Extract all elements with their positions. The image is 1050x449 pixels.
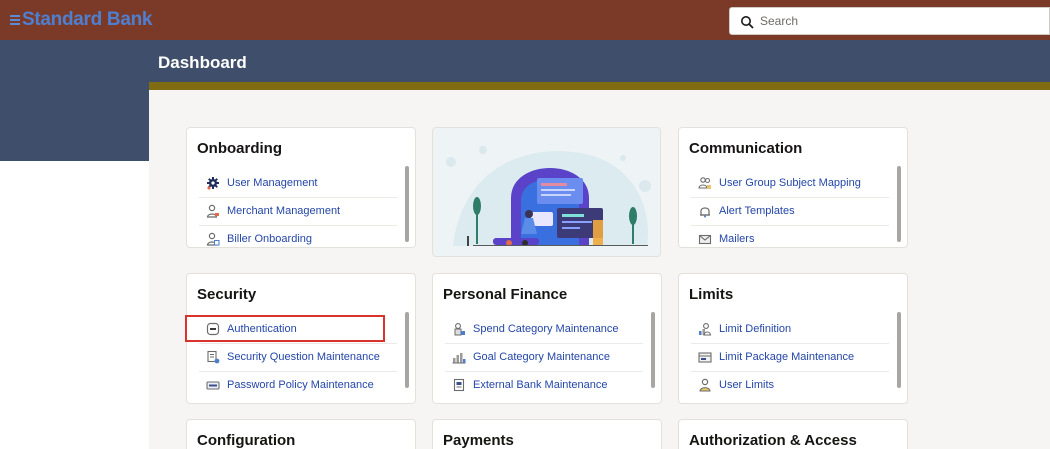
menu-item-label: Goal Category Maintenance	[473, 351, 610, 363]
search-icon	[741, 16, 754, 29]
menu-item-user-limits[interactable]: User Limits	[697, 374, 774, 396]
menu-item-label: Merchant Management	[227, 205, 341, 217]
card-title: Security	[197, 286, 257, 303]
menu-item-label: Security Question Maintenance	[227, 351, 380, 363]
scrollbar[interactable]	[897, 166, 901, 242]
menu-item-label: Spend Category Maintenance	[473, 323, 619, 335]
menu-item-goal-category-maintenance[interactable]: Goal Category Maintenance	[451, 346, 610, 368]
menu-item-external-bank-maintenance[interactable]: External Bank Maintenance	[451, 374, 608, 396]
divider	[199, 371, 397, 372]
divider	[445, 343, 643, 344]
menu-item-label: Biller Onboarding	[227, 233, 312, 245]
card-title: Payments	[443, 432, 514, 449]
card-authorization-access: Authorization & Access	[678, 419, 908, 449]
card-title: Personal Finance	[443, 286, 568, 303]
merchant-user-icon	[205, 203, 221, 219]
divider	[691, 225, 889, 226]
scrollbar[interactable]	[405, 312, 409, 388]
menu-item-label: Limit Definition	[719, 323, 792, 335]
menu-item-label: Alert Templates	[719, 205, 795, 217]
user-group-icon	[697, 175, 713, 191]
menu-item-limit-definition[interactable]: Limit Definition	[697, 318, 791, 340]
user-limit-icon	[697, 377, 713, 393]
divider	[691, 371, 889, 372]
menu-item-label: User Group Subject Mapping	[719, 177, 861, 189]
menu-item-mailers[interactable]: Mailers	[697, 228, 754, 250]
search-input[interactable]	[760, 12, 1020, 30]
card-title: Limits	[689, 286, 734, 303]
menu-item-label: Limit Package Maintenance	[719, 351, 855, 363]
card-payments: Payments	[432, 419, 662, 449]
menu-item-label: User Management	[227, 177, 318, 189]
card-title: Onboarding	[197, 140, 282, 157]
divider	[691, 343, 889, 344]
scrollbar[interactable]	[651, 312, 655, 388]
card-communication: Communication User Group Subject Mapping…	[678, 127, 908, 248]
goal-bars-icon	[451, 349, 467, 365]
card-onboarding: Onboarding User Management Merchant Mana…	[186, 127, 416, 248]
menu-item-password-policy-maintenance[interactable]: Password Policy Maintenance	[205, 374, 374, 396]
menu-item-label: Mailers	[719, 233, 755, 245]
biller-user-icon	[205, 231, 221, 247]
divider	[199, 225, 397, 226]
limit-chart-icon	[697, 321, 713, 337]
menu-item-user-group-subject-mapping[interactable]: User Group Subject Mapping	[697, 172, 861, 194]
spend-icon	[451, 321, 467, 337]
top-bar: Standard Bank	[0, 0, 1050, 40]
scrollbar[interactable]	[405, 166, 409, 242]
menu-item-spend-category-maintenance[interactable]: Spend Category Maintenance	[451, 318, 619, 340]
menu-item-biller-onboarding[interactable]: Biller Onboarding	[205, 228, 312, 250]
card-limits: Limits Limit Definition Limit Package Ma…	[678, 273, 908, 404]
card-title: Configuration	[197, 432, 296, 449]
menu-item-alert-templates[interactable]: Alert Templates	[697, 200, 795, 222]
divider	[199, 197, 397, 198]
package-icon	[697, 349, 713, 365]
dashboard-illustration	[432, 127, 661, 257]
menu-item-label: Password Policy Maintenance	[227, 379, 374, 391]
gear-users-icon	[205, 175, 221, 191]
scrollbar[interactable]	[897, 312, 901, 388]
card-title: Communication	[689, 140, 803, 157]
password-icon	[205, 377, 221, 393]
divider	[445, 371, 643, 372]
menu-item-merchant-management[interactable]: Merchant Management	[205, 200, 340, 222]
question-doc-icon	[205, 349, 221, 365]
divider	[691, 197, 889, 198]
card-personal-finance: Personal Finance Spend Category Maintena…	[432, 273, 662, 404]
brand-logo[interactable]: Standard Bank	[22, 9, 152, 31]
menu-item-security-question-maintenance[interactable]: Security Question Maintenance	[205, 346, 380, 368]
menu-item-limit-package-maintenance[interactable]: Limit Package Maintenance	[697, 346, 854, 368]
mail-icon	[697, 231, 713, 247]
card-configuration: Configuration	[186, 419, 416, 449]
menu-item-label: User Limits	[719, 379, 775, 391]
menu-item-label: External Bank Maintenance	[473, 379, 608, 391]
authentication-highlight-box	[185, 315, 385, 342]
card-title: Authorization & Access	[689, 432, 857, 449]
menu-item-user-management[interactable]: User Management	[205, 172, 318, 194]
bell-icon	[697, 203, 713, 219]
page-title: Dashboard	[158, 53, 247, 72]
divider	[199, 343, 397, 344]
search-box[interactable]	[729, 7, 1050, 35]
bank-doc-icon	[451, 377, 467, 393]
